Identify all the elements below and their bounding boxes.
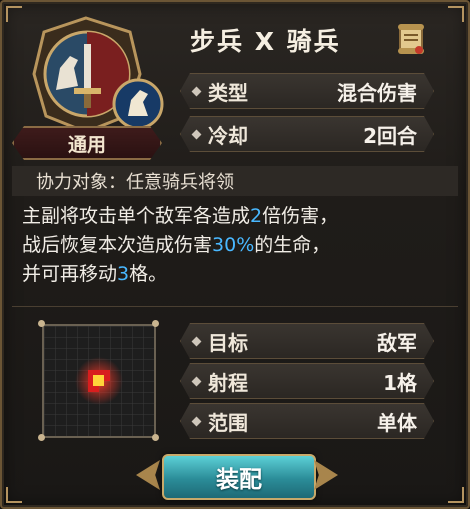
corner-ornament <box>448 6 464 22</box>
desc-line-1: 主副将攻击单个敌军各造成2倍伤害， <box>22 205 339 227</box>
general-badge: 通用 <box>12 126 162 160</box>
skill-panel: 通用 步兵 X 骑兵 类型 混合伤害 冷却 2回合 协力对象：任意骑兵将领 主副… <box>0 0 470 509</box>
button-wing-ornament <box>314 460 338 490</box>
type-label: 类型 <box>208 80 248 105</box>
diamond-bullet-icon <box>192 129 202 139</box>
corner-ornament <box>6 487 22 503</box>
skill-description: 主副将攻击单个敌军各造成2倍伤害， 战后恢复本次造成伤害30%的生命， 并可再移… <box>22 202 452 289</box>
cooldown-row: 冷却 2回合 <box>180 116 434 152</box>
scroll-icon[interactable] <box>392 20 430 58</box>
stud-ornament <box>152 434 159 441</box>
range-grid <box>42 324 156 438</box>
diamond-bullet-icon <box>192 336 202 346</box>
area-row: 范围 单体 <box>180 403 434 439</box>
target-label: 目标 <box>208 330 248 355</box>
area-value: 单体 <box>377 410 417 435</box>
unit-position-icon <box>93 375 104 386</box>
stud-ornament <box>38 434 45 441</box>
target-value: 敌军 <box>377 330 417 355</box>
stud-ornament <box>152 320 159 327</box>
skill-title: 步兵 X 骑兵 <box>190 27 341 56</box>
target-row: 目标 敌军 <box>180 323 434 359</box>
desc-line-3: 并可再移动3格。 <box>22 263 168 285</box>
range-row: 射程 1格 <box>180 363 434 399</box>
type-value: 混合伤害 <box>337 80 417 105</box>
divider <box>12 306 458 307</box>
stud-ornament <box>38 320 45 327</box>
diamond-bullet-icon <box>192 416 202 426</box>
cooldown-label: 冷却 <box>208 123 248 148</box>
diamond-bullet-icon <box>192 376 202 386</box>
infantry-cavalry-emblem-icon <box>30 16 168 136</box>
equip-button[interactable]: 装配 <box>162 454 316 500</box>
type-row: 类型 混合伤害 <box>180 73 434 109</box>
coop-target: 协力对象：任意骑兵将领 <box>12 166 458 196</box>
range-value: 1格 <box>383 370 417 395</box>
cooldown-value: 2回合 <box>363 123 417 148</box>
corner-ornament <box>6 6 22 22</box>
button-wing-ornament <box>136 460 160 490</box>
area-label: 范围 <box>208 410 248 435</box>
desc-line-2: 战后恢复本次造成伤害30%的生命， <box>22 234 331 256</box>
range-label: 射程 <box>208 370 248 395</box>
corner-ornament <box>448 487 464 503</box>
diamond-bullet-icon <box>192 86 202 96</box>
